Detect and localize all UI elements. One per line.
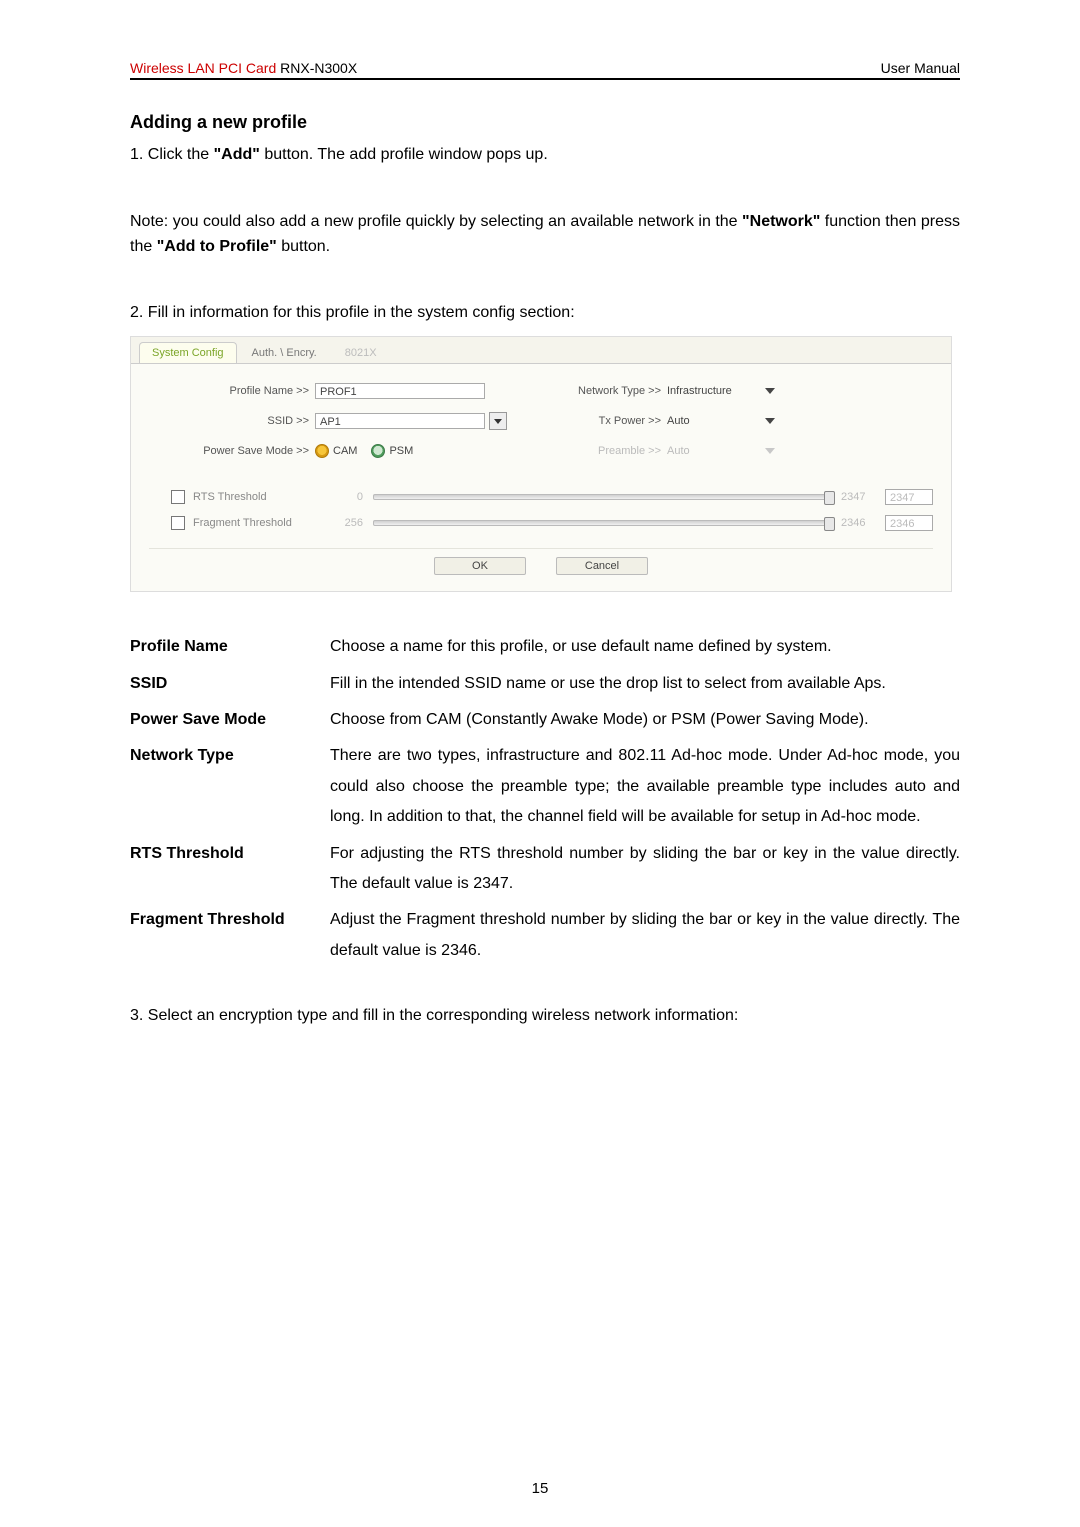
label-preamble: Preamble >> [541,445,667,457]
def-text: Choose from CAM (Constantly Awake Mode) … [330,705,960,735]
def-text: Fill in the intended SSID name or use th… [330,669,960,699]
dropdown-icon[interactable] [765,388,775,394]
rts-threshold-row: RTS Threshold 0 2347 2347 [149,486,933,508]
product-line: Wireless LAN PCI Card [130,60,276,76]
def-text: There are two types, infrastructure and … [330,741,960,832]
def-row: Network Type There are two types, infras… [130,741,960,832]
radio-dot-icon [315,444,329,458]
radio-cam[interactable]: CAM [315,444,357,458]
ok-button[interactable]: OK [434,557,526,575]
ssid-dropdown-button[interactable] [489,412,507,430]
def-text: For adjusting the RTS threshold number b… [330,839,960,900]
dropdown-icon[interactable] [765,418,775,424]
def-text: Adjust the Fragment threshold number by … [330,905,960,966]
frag-value-input[interactable]: 2346 [885,515,933,531]
page-number: 15 [0,1480,1080,1497]
product-name: Wireless LAN PCI Card RNX-N300X [130,60,357,76]
rts-max: 2347 [841,491,877,503]
label-frag: Fragment Threshold [193,517,323,529]
label-tx-power: Tx Power >> [541,415,667,427]
label-profile-name: Profile Name >> [149,385,315,397]
preamble-value: Auto [667,445,757,457]
label-network-type: Network Type >> [541,385,667,397]
def-term: SSID [130,669,330,699]
product-model: RNX-N300X [280,60,357,76]
section-heading: Adding a new profile [130,112,960,133]
note-paragraph: Note: you could also add a new profile q… [130,210,960,260]
radio-dot-icon [371,444,385,458]
tx-power-value[interactable]: Auto [667,415,757,427]
system-config-screenshot: System Config Auth. \ Encry. 8021X Profi… [130,336,952,592]
network-type-value[interactable]: Infrastructure [667,385,757,397]
slider-thumb-icon[interactable] [824,517,835,531]
def-term: Fragment Threshold [130,905,330,966]
ssid-input[interactable]: AP1 [315,413,485,429]
label-power-save: Power Save Mode >> [149,445,315,457]
fragment-threshold-row: Fragment Threshold 256 2346 2346 [149,512,933,534]
dropdown-icon [765,448,775,454]
definitions-table: Profile Name Choose a name for this prof… [130,632,960,966]
doc-type: User Manual [881,60,960,76]
def-row: Power Save Mode Choose from CAM (Constan… [130,705,960,735]
tab-8021x[interactable]: 8021X [332,342,390,363]
frag-slider[interactable] [373,520,831,526]
def-text: Choose a name for this profile, or use d… [330,632,960,662]
frag-checkbox[interactable] [171,516,185,530]
def-row: RTS Threshold For adjusting the RTS thre… [130,839,960,900]
tab-system-config[interactable]: System Config [139,342,237,363]
profile-name-input[interactable]: PROF1 [315,383,485,399]
rts-value-input[interactable]: 2347 [885,489,933,505]
cancel-button[interactable]: Cancel [556,557,648,575]
def-row: SSID Fill in the intended SSID name or u… [130,669,960,699]
frag-max: 2346 [841,517,877,529]
step-3: 3. Select an encryption type and fill in… [130,1004,960,1029]
def-term: Power Save Mode [130,705,330,735]
def-row: Profile Name Choose a name for this prof… [130,632,960,662]
frag-min: 256 [323,517,363,529]
label-rts: RTS Threshold [193,491,323,503]
label-ssid: SSID >> [149,415,315,427]
rts-checkbox[interactable] [171,490,185,504]
radio-psm[interactable]: PSM [371,444,413,458]
rts-slider[interactable] [373,494,831,500]
page-header: Wireless LAN PCI Card RNX-N300X User Man… [130,60,960,80]
tab-bar: System Config Auth. \ Encry. 8021X [131,337,951,364]
tab-auth-encry[interactable]: Auth. \ Encry. [239,342,330,363]
def-term: Network Type [130,741,330,832]
def-term: Profile Name [130,632,330,662]
slider-thumb-icon[interactable] [824,491,835,505]
step-1: 1. Click the "Add" button. The add profi… [130,143,960,168]
rts-min: 0 [323,491,363,503]
def-term: RTS Threshold [130,839,330,900]
def-row: Fragment Threshold Adjust the Fragment t… [130,905,960,966]
step-2: 2. Fill in information for this profile … [130,301,960,326]
